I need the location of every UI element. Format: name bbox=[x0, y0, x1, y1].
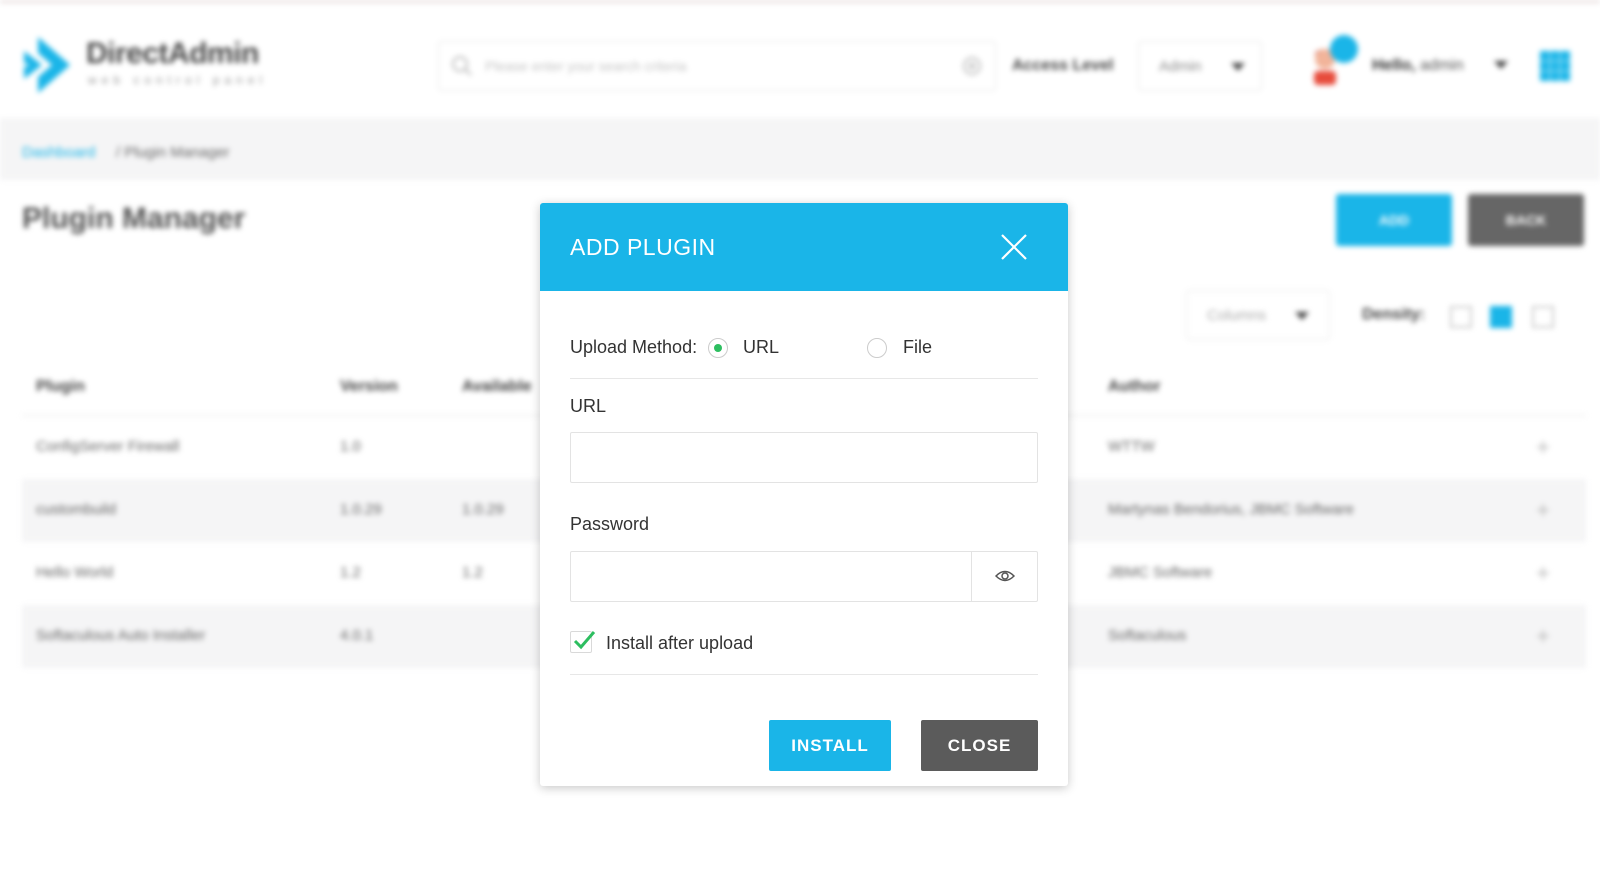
columns-label: Columns bbox=[1207, 307, 1267, 324]
divider bbox=[570, 378, 1038, 379]
caret-down-icon bbox=[1231, 63, 1245, 71]
cell-plugin[interactable]: Hello World bbox=[36, 564, 113, 581]
password-label: Password bbox=[570, 514, 650, 534]
top-bar: DirectAdmin web control panel Please ent… bbox=[0, 0, 1600, 118]
breadcrumb-current-text: Plugin Manager bbox=[124, 144, 230, 161]
breadcrumb-current: / Plugin Manager bbox=[116, 144, 229, 161]
cell-version: 1.2 bbox=[340, 564, 361, 581]
upload-method-url-label[interactable]: URL bbox=[743, 337, 779, 358]
logo-subtitle: web control panel bbox=[88, 73, 268, 87]
dialog-header: ADD PLUGIN bbox=[540, 203, 1068, 291]
plus-icon[interactable]: + bbox=[1536, 560, 1550, 588]
dialog-title: ADD PLUGIN bbox=[570, 234, 716, 260]
caret-down-icon bbox=[1295, 312, 1309, 320]
password-field bbox=[570, 551, 1038, 602]
grid-menu-icon[interactable] bbox=[1540, 51, 1570, 81]
show-password-button[interactable] bbox=[971, 552, 1037, 601]
divider bbox=[570, 674, 1038, 675]
install-after-upload-checkbox[interactable] bbox=[570, 631, 596, 653]
directadmin-logo-icon bbox=[24, 37, 70, 93]
access-level-value: Admin bbox=[1159, 58, 1202, 75]
install-after-upload-label[interactable]: Install after upload bbox=[606, 633, 753, 654]
back-button[interactable]: BACK bbox=[1468, 194, 1584, 246]
username-text: admin bbox=[1420, 57, 1464, 74]
add-plugin-dialog: ADD PLUGIN Upload Method: URL File URL P… bbox=[540, 203, 1068, 786]
page-title: Plugin Manager bbox=[22, 202, 246, 235]
logo-text: DirectAdmin bbox=[86, 37, 259, 70]
cell-version: 1.0 bbox=[340, 438, 361, 455]
plus-icon[interactable]: + bbox=[1536, 623, 1550, 651]
access-level-select[interactable]: Admin bbox=[1138, 41, 1262, 91]
column-header-author[interactable]: Author bbox=[1108, 378, 1160, 396]
access-level-label: Access Level bbox=[1012, 57, 1114, 74]
cell-available: 1.0.29 bbox=[462, 501, 504, 518]
upload-method-url-radio[interactable] bbox=[708, 338, 728, 358]
search-input[interactable]: Please enter your search criteria bbox=[485, 58, 687, 74]
eye-icon bbox=[995, 570, 1015, 582]
notification-dot[interactable] bbox=[1330, 35, 1358, 63]
install-button[interactable]: INSTALL bbox=[769, 720, 891, 771]
upload-method-file-radio[interactable] bbox=[867, 338, 887, 358]
cell-author: Softaculous bbox=[1108, 627, 1187, 644]
cell-plugin[interactable]: Softaculous Auto Installer bbox=[36, 627, 205, 644]
checkmark-icon bbox=[573, 631, 596, 650]
greeting-text: Hello, bbox=[1372, 57, 1416, 74]
upload-method-file-label[interactable]: File bbox=[903, 337, 932, 358]
cell-version: 1.0.29 bbox=[340, 501, 382, 518]
add-button[interactable]: ADD bbox=[1336, 194, 1452, 246]
breadcrumb bbox=[0, 118, 1600, 180]
search-icon bbox=[452, 56, 472, 76]
cell-author: Martynas Bendorius, JBMC Software bbox=[1108, 501, 1354, 518]
plus-icon[interactable]: + bbox=[1536, 497, 1550, 525]
search-box[interactable]: Please enter your search criteria bbox=[438, 41, 996, 91]
plus-icon[interactable]: + bbox=[1536, 434, 1550, 462]
column-header-available[interactable]: Available bbox=[462, 378, 532, 396]
cell-plugin[interactable]: custombuild bbox=[36, 501, 116, 518]
gear-icon[interactable] bbox=[961, 55, 983, 77]
breadcrumb-home-link[interactable]: Dashboard bbox=[22, 144, 95, 161]
density-compact-icon[interactable] bbox=[1450, 306, 1472, 328]
cell-version: 4.0.1 bbox=[340, 627, 374, 644]
cell-available: 1.2 bbox=[462, 564, 483, 581]
breadcrumb-separator: / bbox=[116, 144, 121, 161]
density-label: Density: bbox=[1362, 306, 1426, 323]
upload-method-label: Upload Method: bbox=[570, 337, 698, 357]
user-caret-down-icon[interactable] bbox=[1494, 61, 1508, 69]
cell-plugin[interactable]: ConfigServer Firewall bbox=[36, 438, 179, 455]
password-input[interactable] bbox=[571, 552, 971, 601]
close-button[interactable]: CLOSE bbox=[921, 720, 1038, 771]
column-header-version[interactable]: Version bbox=[340, 378, 398, 396]
close-icon[interactable] bbox=[998, 231, 1030, 263]
user-greeting[interactable]: Hello, admin bbox=[1372, 57, 1464, 75]
density-standard-icon[interactable] bbox=[1490, 306, 1512, 328]
cell-author: WTTW bbox=[1108, 438, 1155, 455]
url-input[interactable] bbox=[570, 432, 1038, 483]
density-comfortable-icon[interactable] bbox=[1532, 306, 1554, 328]
url-label: URL bbox=[570, 396, 607, 416]
columns-select[interactable]: Columns bbox=[1186, 290, 1330, 340]
column-header-plugin[interactable]: Plugin bbox=[36, 378, 85, 396]
cell-author: JBMC Software bbox=[1108, 564, 1213, 581]
